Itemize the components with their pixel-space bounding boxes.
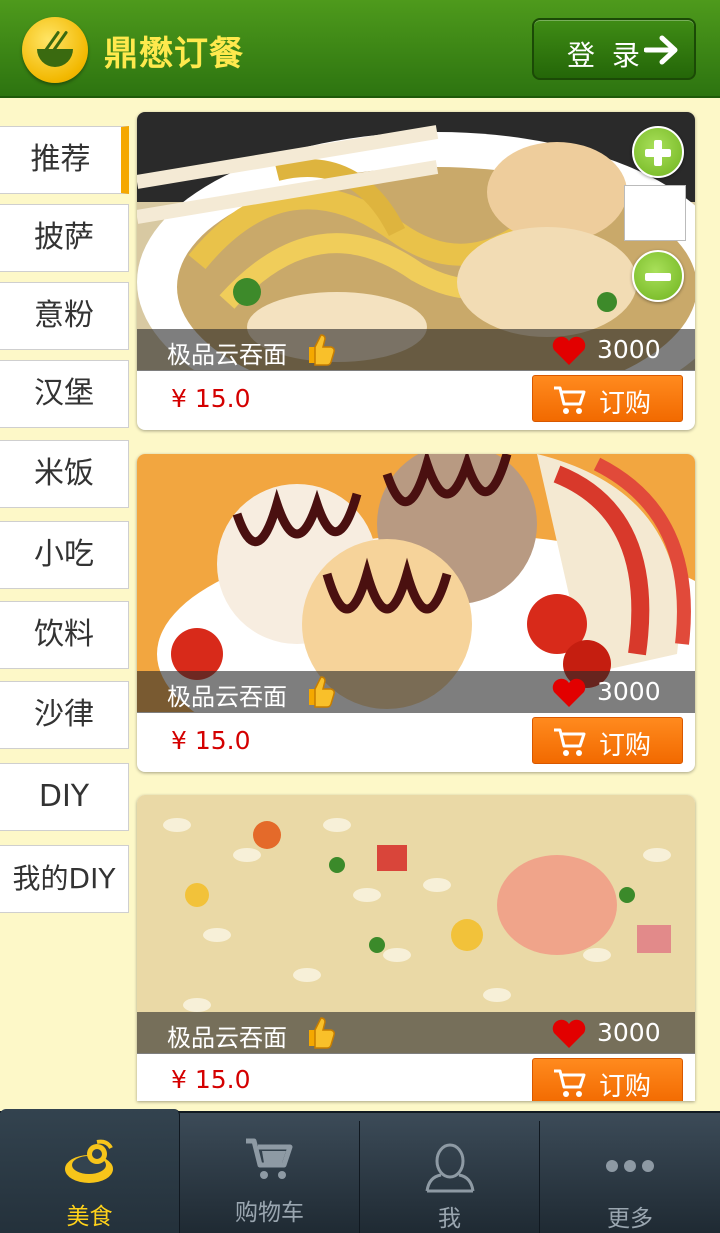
thumbs-up-icon[interactable] bbox=[303, 673, 337, 709]
heart-icon[interactable] bbox=[551, 1019, 587, 1049]
card-caption: 极品云吞面 3000 bbox=[137, 671, 695, 713]
price: ¥ 15.0 bbox=[171, 384, 251, 413]
like-count: 3000 bbox=[597, 335, 661, 364]
arrow-right-icon bbox=[644, 35, 678, 65]
cart-icon bbox=[554, 728, 586, 756]
cart-icon bbox=[554, 386, 586, 414]
sidebar-item-drinks[interactable]: 饮料 bbox=[0, 601, 129, 669]
cart-icon bbox=[554, 1069, 586, 1097]
order-button[interactable]: 订购 bbox=[532, 1058, 683, 1101]
sidebar-item-recommend[interactable]: 推荐 bbox=[0, 126, 129, 194]
dish-name: 极品云吞面 bbox=[167, 1024, 287, 1052]
like-count: 3000 bbox=[597, 1018, 661, 1047]
price: ¥ 15.0 bbox=[171, 726, 251, 755]
app-header: 鼎懋订餐 登 录 bbox=[0, 0, 720, 98]
dish-name: 极品云吞面 bbox=[167, 341, 287, 369]
login-button[interactable]: 登 录 bbox=[532, 18, 696, 80]
tab-label: 我 bbox=[438, 1206, 461, 1232]
sidebar-item-salad[interactable]: 沙律 bbox=[0, 681, 129, 749]
quantity-field[interactable] bbox=[624, 185, 686, 241]
login-button-label: 登 录 bbox=[567, 39, 644, 72]
logo-icon bbox=[22, 17, 88, 83]
food-card: 极品云吞面 3000 ¥ 15.0 订购 bbox=[137, 112, 695, 430]
thumbs-up-icon[interactable] bbox=[303, 1014, 337, 1050]
card-caption: 极品云吞面 3000 bbox=[137, 329, 695, 371]
card-caption: 极品云吞面 3000 bbox=[137, 1012, 695, 1054]
order-button[interactable]: 订购 bbox=[532, 717, 683, 764]
tab-food[interactable]: 美食 bbox=[0, 1109, 180, 1233]
quantity-plus-button[interactable] bbox=[632, 126, 684, 178]
sidebar-item-my-diy[interactable]: 我的DIY bbox=[0, 845, 129, 913]
sidebar-item-pasta[interactable]: 意粉 bbox=[0, 282, 129, 350]
tab-me[interactable]: 我 bbox=[360, 1121, 540, 1233]
heart-icon[interactable] bbox=[551, 336, 587, 366]
sidebar-item-snacks[interactable]: 小吃 bbox=[0, 521, 129, 589]
tab-label: 美食 bbox=[66, 1204, 113, 1230]
app-title: 鼎懋订餐 bbox=[104, 34, 244, 74]
tab-cart[interactable]: 购物车 bbox=[180, 1121, 360, 1233]
user-icon bbox=[425, 1143, 474, 1193]
food-card: 极品云吞面 3000 ¥ 15.0 订购 bbox=[137, 454, 695, 772]
dish-name: 极品云吞面 bbox=[167, 683, 287, 711]
more-icon bbox=[606, 1160, 654, 1172]
order-button-label: 订购 bbox=[599, 389, 652, 419]
order-button[interactable]: 订购 bbox=[532, 375, 683, 422]
food-icon bbox=[64, 1139, 113, 1183]
tab-more[interactable]: 更多 bbox=[540, 1121, 720, 1233]
heart-icon[interactable] bbox=[551, 678, 587, 708]
cart-icon bbox=[245, 1138, 292, 1179]
sidebar-item-pizza[interactable]: 披萨 bbox=[0, 204, 129, 272]
order-button-label: 订购 bbox=[599, 1072, 652, 1101]
order-button-label: 订购 bbox=[599, 731, 652, 761]
food-card: 极品云吞面 3000 ¥ 15.0 订购 bbox=[137, 795, 695, 1101]
thumbs-up-icon[interactable] bbox=[303, 331, 337, 367]
quantity-minus-button[interactable] bbox=[632, 250, 684, 302]
tab-label: 更多 bbox=[607, 1206, 653, 1232]
sidebar-item-diy[interactable]: DIY bbox=[0, 763, 129, 831]
like-count: 3000 bbox=[597, 677, 661, 706]
sidebar-item-burger[interactable]: 汉堡 bbox=[0, 360, 129, 428]
sidebar-item-rice[interactable]: 米饭 bbox=[0, 440, 129, 508]
tab-label: 购物车 bbox=[235, 1200, 304, 1226]
price: ¥ 15.0 bbox=[171, 1065, 251, 1094]
